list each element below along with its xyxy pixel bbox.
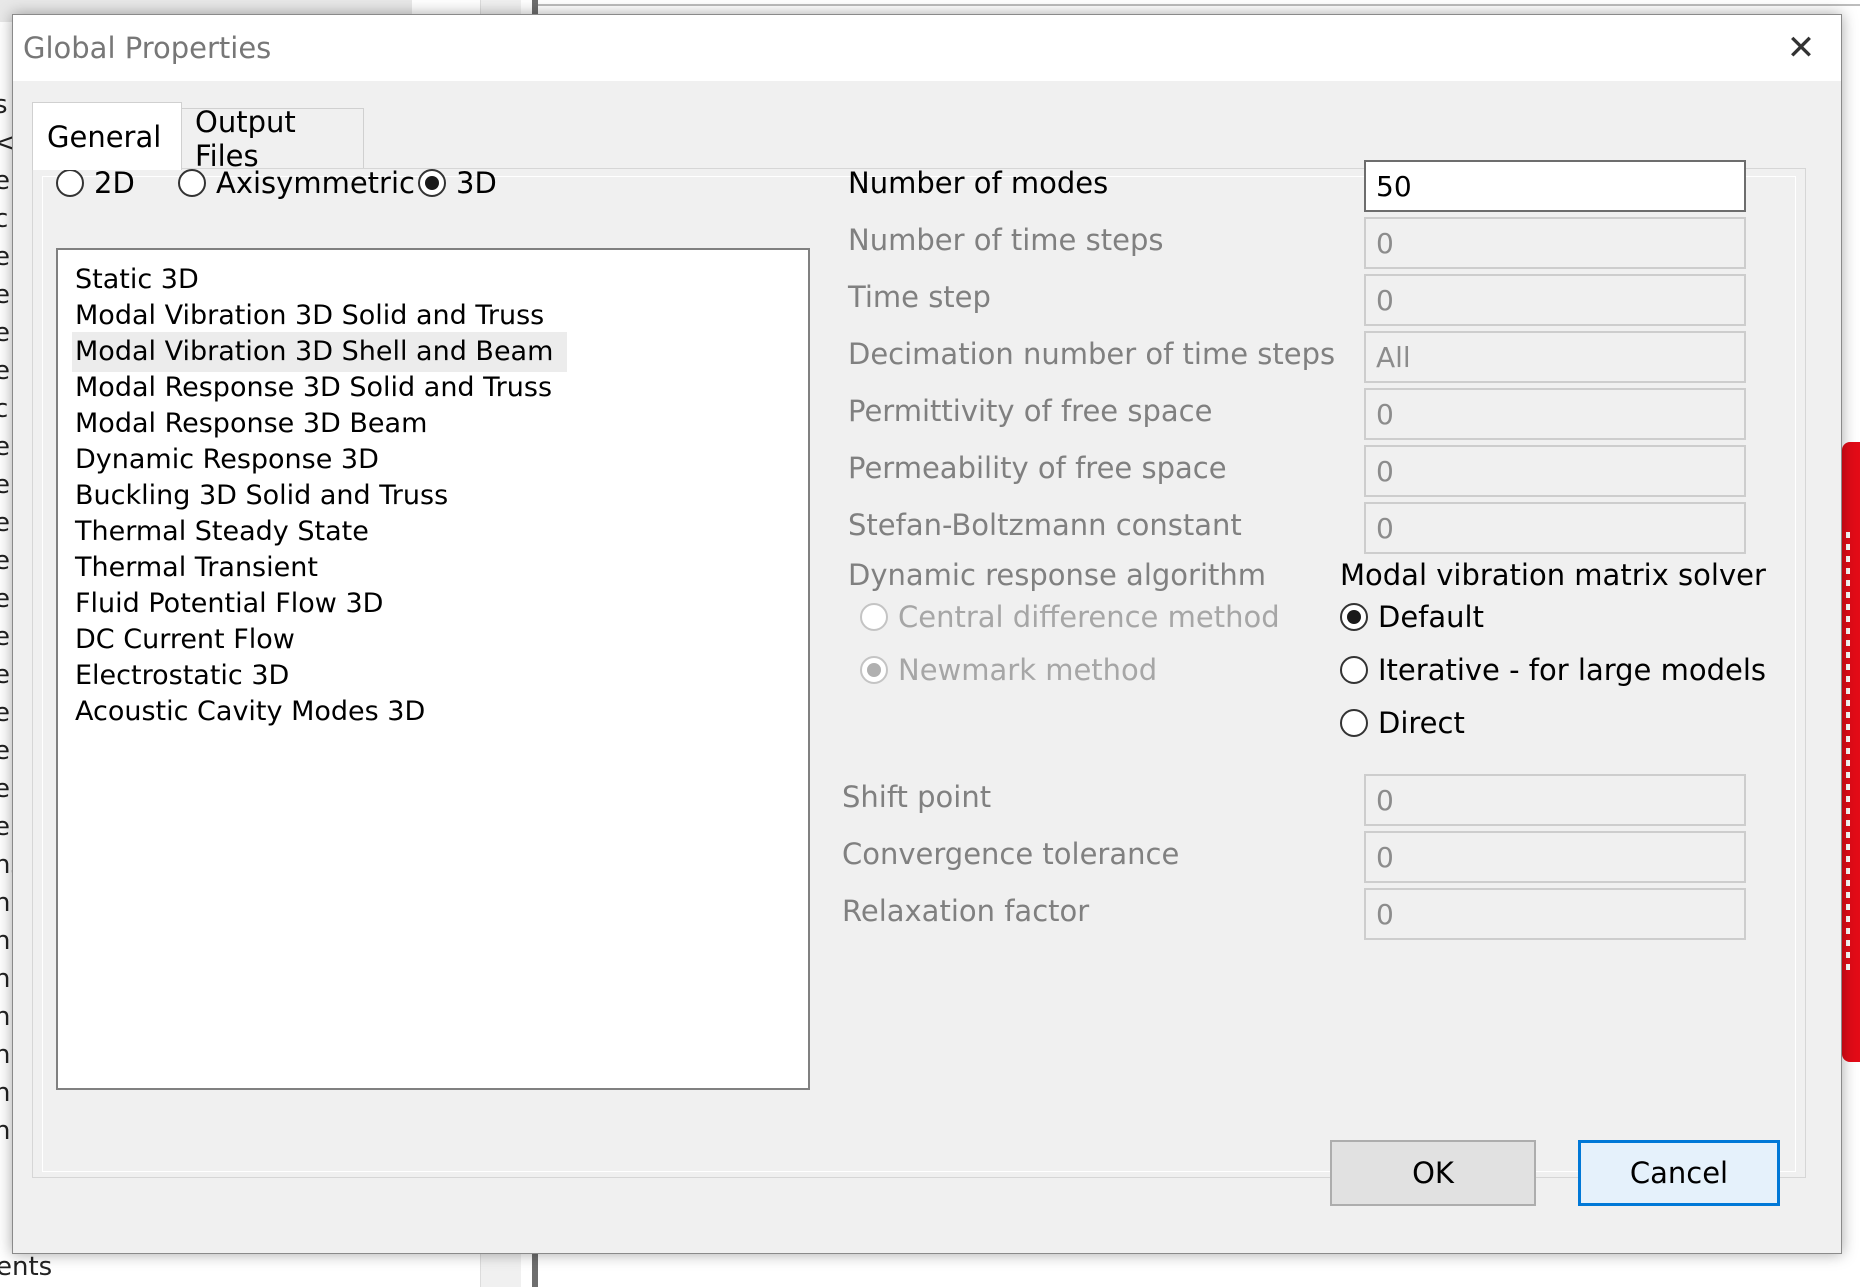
stefan-boltzmann-input[interactable]: 0	[1364, 502, 1746, 554]
list-item[interactable]: DC Current Flow	[72, 620, 309, 660]
number-of-time-steps-input[interactable]: 0	[1364, 217, 1746, 269]
radio-central-difference-label: Central difference method	[898, 600, 1280, 634]
list-item[interactable]: Acoustic Cavity Modes 3D	[72, 692, 439, 732]
convergence-tolerance-label: Convergence tolerance	[842, 837, 1180, 871]
convergence-tolerance-input[interactable]: 0	[1364, 831, 1746, 883]
tab-general[interactable]: General	[32, 102, 182, 170]
tab-output-files[interactable]: Output Files	[180, 105, 364, 173]
analysis-type-listbox[interactable]: Static 3D Modal Vibration 3D Solid and T…	[56, 248, 810, 1090]
background-tree-item-fragment: e	[0, 318, 10, 348]
dialog-titlebar: Global Properties ✕	[13, 15, 1841, 81]
background-tree-item-fragment: e	[0, 508, 10, 538]
radio-solver-iterative-label: Iterative - for large models	[1378, 653, 1767, 687]
background-tree-item-fragment: e	[0, 622, 10, 652]
radio-newmark[interactable]: Newmark method	[860, 653, 1157, 687]
relaxation-factor-label: Relaxation factor	[842, 894, 1090, 928]
background-tree-item-fragment: n	[0, 1002, 11, 1032]
permittivity-label: Permittivity of free space	[848, 394, 1213, 428]
list-item[interactable]: Static 3D	[72, 260, 213, 300]
radio-2d[interactable]: 2D	[56, 166, 135, 200]
radio-solver-default[interactable]: Default	[1340, 600, 1484, 634]
close-icon: ✕	[1786, 28, 1816, 68]
background-tree-item-fragment: e	[0, 546, 10, 576]
list-item[interactable]: Modal Response 3D Beam	[72, 404, 441, 444]
background-red-model-edge	[1842, 442, 1860, 1062]
list-item[interactable]: Thermal Steady State	[72, 512, 383, 552]
list-item-selected[interactable]: Modal Vibration 3D Shell and Beam	[72, 332, 568, 372]
list-item[interactable]: Electrostatic 3D	[72, 656, 303, 696]
list-item[interactable]: Modal Response 3D Solid and Truss	[72, 368, 566, 408]
radio-axisymmetric-label: Axisymmetric	[216, 166, 415, 200]
list-item[interactable]: Buckling 3D Solid and Truss	[72, 476, 462, 516]
radio-solver-direct-circle[interactable]	[1340, 709, 1368, 737]
background-tree-item-fragment: e	[0, 774, 10, 804]
background-tree-item-fragment: e	[0, 356, 10, 386]
decimation-label: Decimation number of time steps	[848, 337, 1336, 371]
background-tree-item-fragment: n	[0, 964, 11, 994]
background-tree-item-fragment: n	[0, 926, 11, 956]
dynamic-response-heading: Dynamic response algorithm	[848, 558, 1267, 592]
radio-solver-default-label: Default	[1378, 600, 1484, 634]
background-viewport-border	[538, 4, 1860, 6]
background-tree-item-fragment: e	[0, 470, 10, 500]
background-tree-item-fragment: n	[0, 1040, 11, 1070]
shift-point-input[interactable]: 0	[1364, 774, 1746, 826]
relaxation-factor-input[interactable]: 0	[1364, 888, 1746, 940]
background-tree-item-fragment: e	[0, 432, 10, 462]
radio-central-difference-circle[interactable]	[860, 603, 888, 631]
time-step-input[interactable]: 0	[1364, 274, 1746, 326]
dialog-title: Global Properties	[23, 31, 272, 65]
radio-solver-iterative-circle[interactable]	[1340, 656, 1368, 684]
background-tree-item-fragment: e	[0, 698, 10, 728]
radio-2d-label: 2D	[94, 166, 135, 200]
background-tree-item-fragment: e	[0, 584, 10, 614]
stefan-boltzmann-label: Stefan-Boltzmann constant	[848, 508, 1242, 542]
radio-3d[interactable]: 3D	[418, 166, 497, 200]
time-step-label: Time step	[848, 280, 991, 314]
background-tree-item-fragment: e	[0, 242, 10, 272]
radio-central-difference[interactable]: Central difference method	[860, 600, 1280, 634]
decimation-input[interactable]: All	[1364, 331, 1746, 383]
background-tree-item-fragment: n	[0, 1116, 11, 1146]
close-button[interactable]: ✕	[1761, 15, 1841, 81]
list-item[interactable]: Fluid Potential Flow 3D	[72, 584, 397, 624]
background-tree-item-fragment: s	[0, 90, 8, 120]
shift-point-label: Shift point	[842, 780, 992, 814]
number-of-time-steps-label: Number of time steps	[848, 223, 1164, 257]
background-tree-item-fragment: e	[0, 736, 10, 766]
radio-axisymmetric[interactable]: Axisymmetric	[178, 166, 415, 200]
background-tree-item-text: ents	[0, 1252, 53, 1282]
number-of-modes-input[interactable]: 50	[1364, 160, 1746, 212]
radio-solver-direct[interactable]: Direct	[1340, 706, 1465, 740]
permeability-input[interactable]: 0	[1364, 445, 1746, 497]
radio-axisymmetric-circle[interactable]	[178, 169, 206, 197]
background-tree-item-fragment: e	[0, 812, 10, 842]
radio-solver-direct-label: Direct	[1378, 706, 1465, 740]
list-item[interactable]: Dynamic Response 3D	[72, 440, 393, 480]
cancel-button[interactable]: Cancel	[1578, 1140, 1780, 1206]
background-tree-item-fragment: c	[0, 394, 9, 424]
list-item[interactable]: Thermal Transient	[72, 548, 332, 588]
background-tree-item-fragment: n	[0, 1078, 11, 1108]
background-tree-item-fragment: e	[0, 280, 10, 310]
background-tree-item-fragment: c	[0, 204, 9, 234]
permeability-label: Permeability of free space	[848, 451, 1227, 485]
background-tree-item-fragment: e	[0, 660, 10, 690]
radio-3d-label: 3D	[456, 166, 497, 200]
radio-2d-circle[interactable]	[56, 169, 84, 197]
list-item[interactable]: Modal Vibration 3D Solid and Truss	[72, 296, 558, 336]
background-tree-item-fragment: e	[0, 166, 10, 196]
ok-button[interactable]: OK	[1330, 1140, 1536, 1206]
radio-solver-default-circle[interactable]	[1340, 603, 1368, 631]
matrix-solver-heading: Modal vibration matrix solver	[1340, 558, 1766, 592]
number-of-modes-label: Number of modes	[848, 166, 1109, 200]
radio-newmark-label: Newmark method	[898, 653, 1158, 687]
radio-solver-iterative[interactable]: Iterative - for large models	[1340, 653, 1766, 687]
radio-newmark-circle[interactable]	[860, 656, 888, 684]
permittivity-input[interactable]: 0	[1364, 388, 1746, 440]
background-tree-item-fragment: n	[0, 888, 11, 918]
radio-3d-circle[interactable]	[418, 169, 446, 197]
